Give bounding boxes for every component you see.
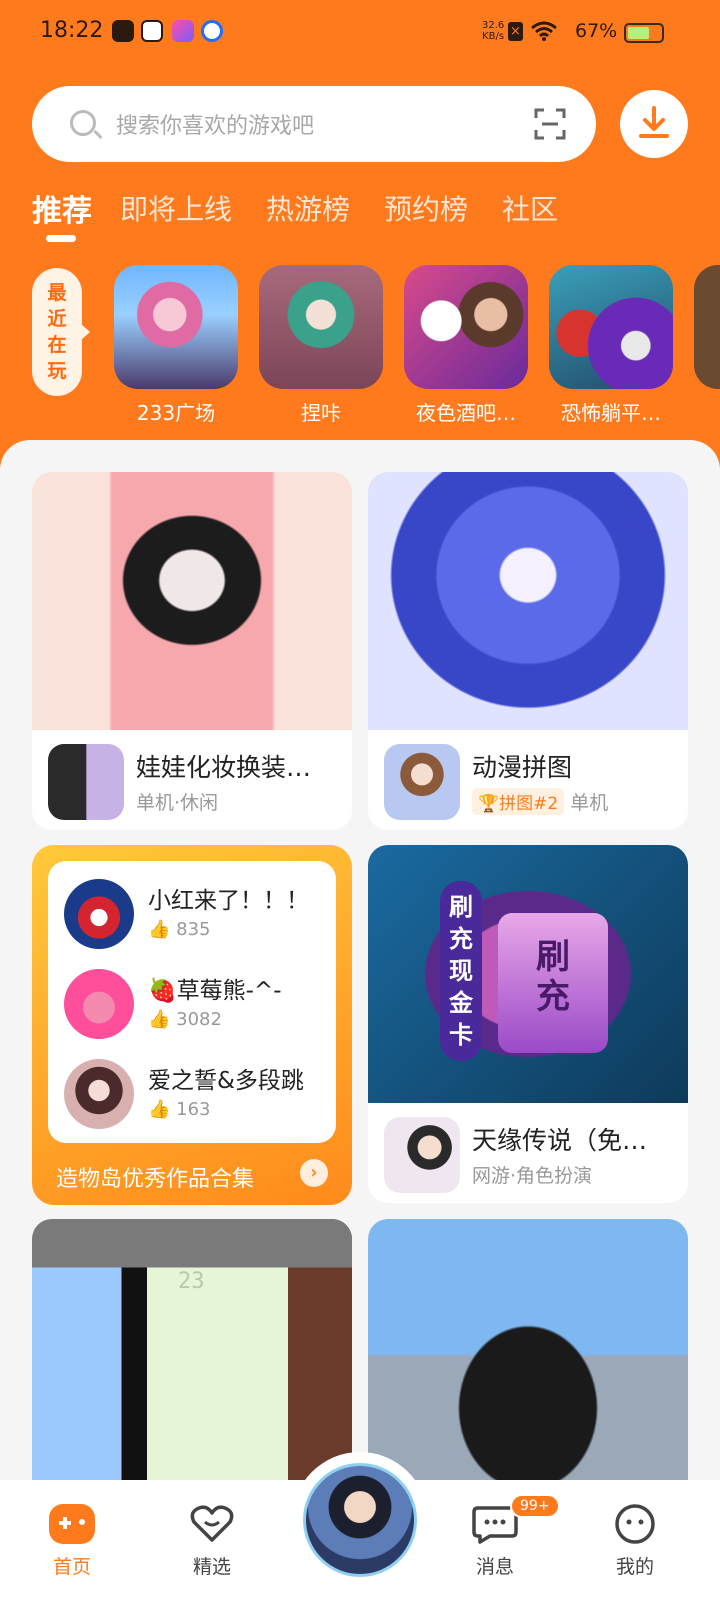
game-icon xyxy=(384,1117,460,1193)
wifi-icon xyxy=(531,21,557,41)
game-banner xyxy=(368,472,688,730)
recent-played-label[interactable]: 最近在玩 xyxy=(32,268,90,396)
work-avatar xyxy=(64,969,134,1039)
tab-reservation[interactable]: 预约榜 xyxy=(384,188,468,228)
status-bar: 18:22 32.6 KB/s × 67% xyxy=(0,0,720,64)
works-list: 小红来了！！！ 👍 835 🍓草莓熊-^- 👍 3082 爱之誓&多段跳 👍 1… xyxy=(48,861,336,1143)
chat-app-icon xyxy=(201,20,223,42)
game-banner xyxy=(32,1219,352,1489)
gesture-bar xyxy=(80,1590,640,1596)
game-card[interactable]: 娃娃化妆换装… 单机·休闲 xyxy=(32,472,352,830)
game-icon xyxy=(48,744,124,820)
game-banner xyxy=(32,472,352,730)
paw-app-icon xyxy=(141,20,163,42)
recent-game[interactable]: 恐怖躺平… xyxy=(549,265,673,426)
nav-home[interactable]: 首页 xyxy=(27,1504,117,1579)
nav-featured[interactable]: 精选 xyxy=(167,1504,257,1579)
chevron-right-icon[interactable]: › xyxy=(300,1159,328,1187)
work-item[interactable]: 爱之誓&多段跳 👍 163 xyxy=(64,1055,324,1135)
sim-blocked-icon: × xyxy=(508,22,523,41)
recent-game[interactable]: 夜色酒吧… xyxy=(404,265,528,426)
game-card[interactable]: 动漫拼图 🏆拼图#2 单机 xyxy=(368,472,688,830)
battery-icon xyxy=(624,23,664,43)
game-card[interactable]: 23 xyxy=(32,1219,352,1489)
thumbs-up-icon: 👍 xyxy=(148,919,177,940)
trophy-icon: 🏆 xyxy=(478,794,500,814)
recent-game-partial[interactable] xyxy=(694,265,720,389)
banner-card: 刷充 xyxy=(498,913,608,1053)
tab-indicator xyxy=(46,235,76,242)
game-thumbnail xyxy=(549,265,673,389)
game-app-icon xyxy=(172,20,194,42)
tab-coming-soon[interactable]: 即将上线 xyxy=(120,188,232,228)
clock: 18:22 xyxy=(40,18,104,43)
search-bar[interactable]: 搜索你喜欢的游戏吧 xyxy=(32,86,596,162)
douyin-app-icon xyxy=(112,20,134,42)
game-thumbnail xyxy=(114,265,238,389)
thumbs-up-icon: 👍 xyxy=(148,1099,177,1120)
game-card[interactable] xyxy=(368,1219,688,1489)
game-banner xyxy=(368,1219,688,1489)
rank-badge: 🏆拼图#2 xyxy=(472,788,565,815)
works-collection[interactable]: 小红来了！！！ 👍 835 🍓草莓熊-^- 👍 3082 爱之誓&多段跳 👍 1… xyxy=(32,845,352,1205)
search-icon xyxy=(70,110,96,136)
face-icon xyxy=(612,1504,658,1544)
game-card[interactable]: 刷充现金卡 刷充 天缘传说（免… 网游·角色扮演 xyxy=(368,845,688,1203)
nav-profile[interactable]: 我的 xyxy=(590,1504,680,1579)
tab-recommend[interactable]: 推荐 xyxy=(32,186,92,230)
tab-hot-games[interactable]: 热游榜 xyxy=(266,188,350,228)
game-banner: 刷充现金卡 刷充 xyxy=(368,845,688,1103)
work-item[interactable]: 小红来了！！！ 👍 835 xyxy=(64,875,324,955)
download-button[interactable] xyxy=(620,90,688,158)
game-tags: 🏆拼图#2 单机 xyxy=(472,788,608,815)
scan-icon[interactable] xyxy=(534,108,566,140)
battery-level xyxy=(628,27,649,39)
recent-game[interactable]: 捏咔 xyxy=(259,265,383,426)
battery-percent: 67% xyxy=(575,20,618,42)
avatar[interactable] xyxy=(303,1463,417,1577)
network-speed: 32.6 KB/s xyxy=(482,20,505,42)
tab-community[interactable]: 社区 xyxy=(502,188,558,228)
game-thumbnail xyxy=(259,265,383,389)
unread-badge: 99+ xyxy=(510,1494,560,1518)
work-item[interactable]: 🍓草莓熊-^- 👍 3082 xyxy=(64,965,324,1045)
work-avatar xyxy=(64,1059,134,1129)
recent-game[interactable]: 233广场 xyxy=(114,265,238,426)
gamepad-icon xyxy=(49,1504,95,1544)
thumbs-up-icon: 👍 xyxy=(148,1009,177,1030)
heart-icon xyxy=(189,1504,235,1544)
game-icon xyxy=(384,744,460,820)
work-avatar xyxy=(64,879,134,949)
pixel-counter: 23 xyxy=(178,1269,205,1294)
download-icon xyxy=(639,106,669,138)
banner-label: 刷充现金卡 xyxy=(440,881,482,1061)
game-thumbnail xyxy=(404,265,528,389)
works-footer: 造物岛优秀作品合集 xyxy=(56,1167,255,1192)
search-placeholder: 搜索你喜欢的游戏吧 xyxy=(116,114,315,139)
